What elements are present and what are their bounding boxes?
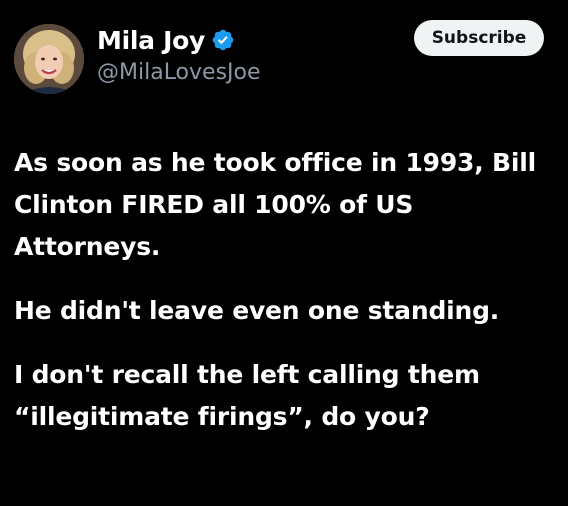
post-text: As soon as he took office in 1993, Bill … [14,142,559,438]
post-card: Mila Joy @MilaLovesJoe Subscribe As soon… [0,0,568,506]
author-name-row[interactable]: Mila Joy [97,22,235,58]
post-paragraph: I don't recall the left calling them “il… [14,360,480,431]
avatar[interactable] [14,24,84,94]
subscribe-button[interactable]: Subscribe [414,20,544,56]
post-paragraph: As soon as he took office in 1993, Bill … [14,148,536,261]
profile-photo-icon [14,24,84,94]
verified-badge-icon[interactable] [211,28,235,52]
post-paragraph: He didn't leave even one standing. [14,296,500,325]
author-handle[interactable]: @MilaLovesJoe [97,60,261,85]
display-name[interactable]: Mila Joy [97,26,205,55]
